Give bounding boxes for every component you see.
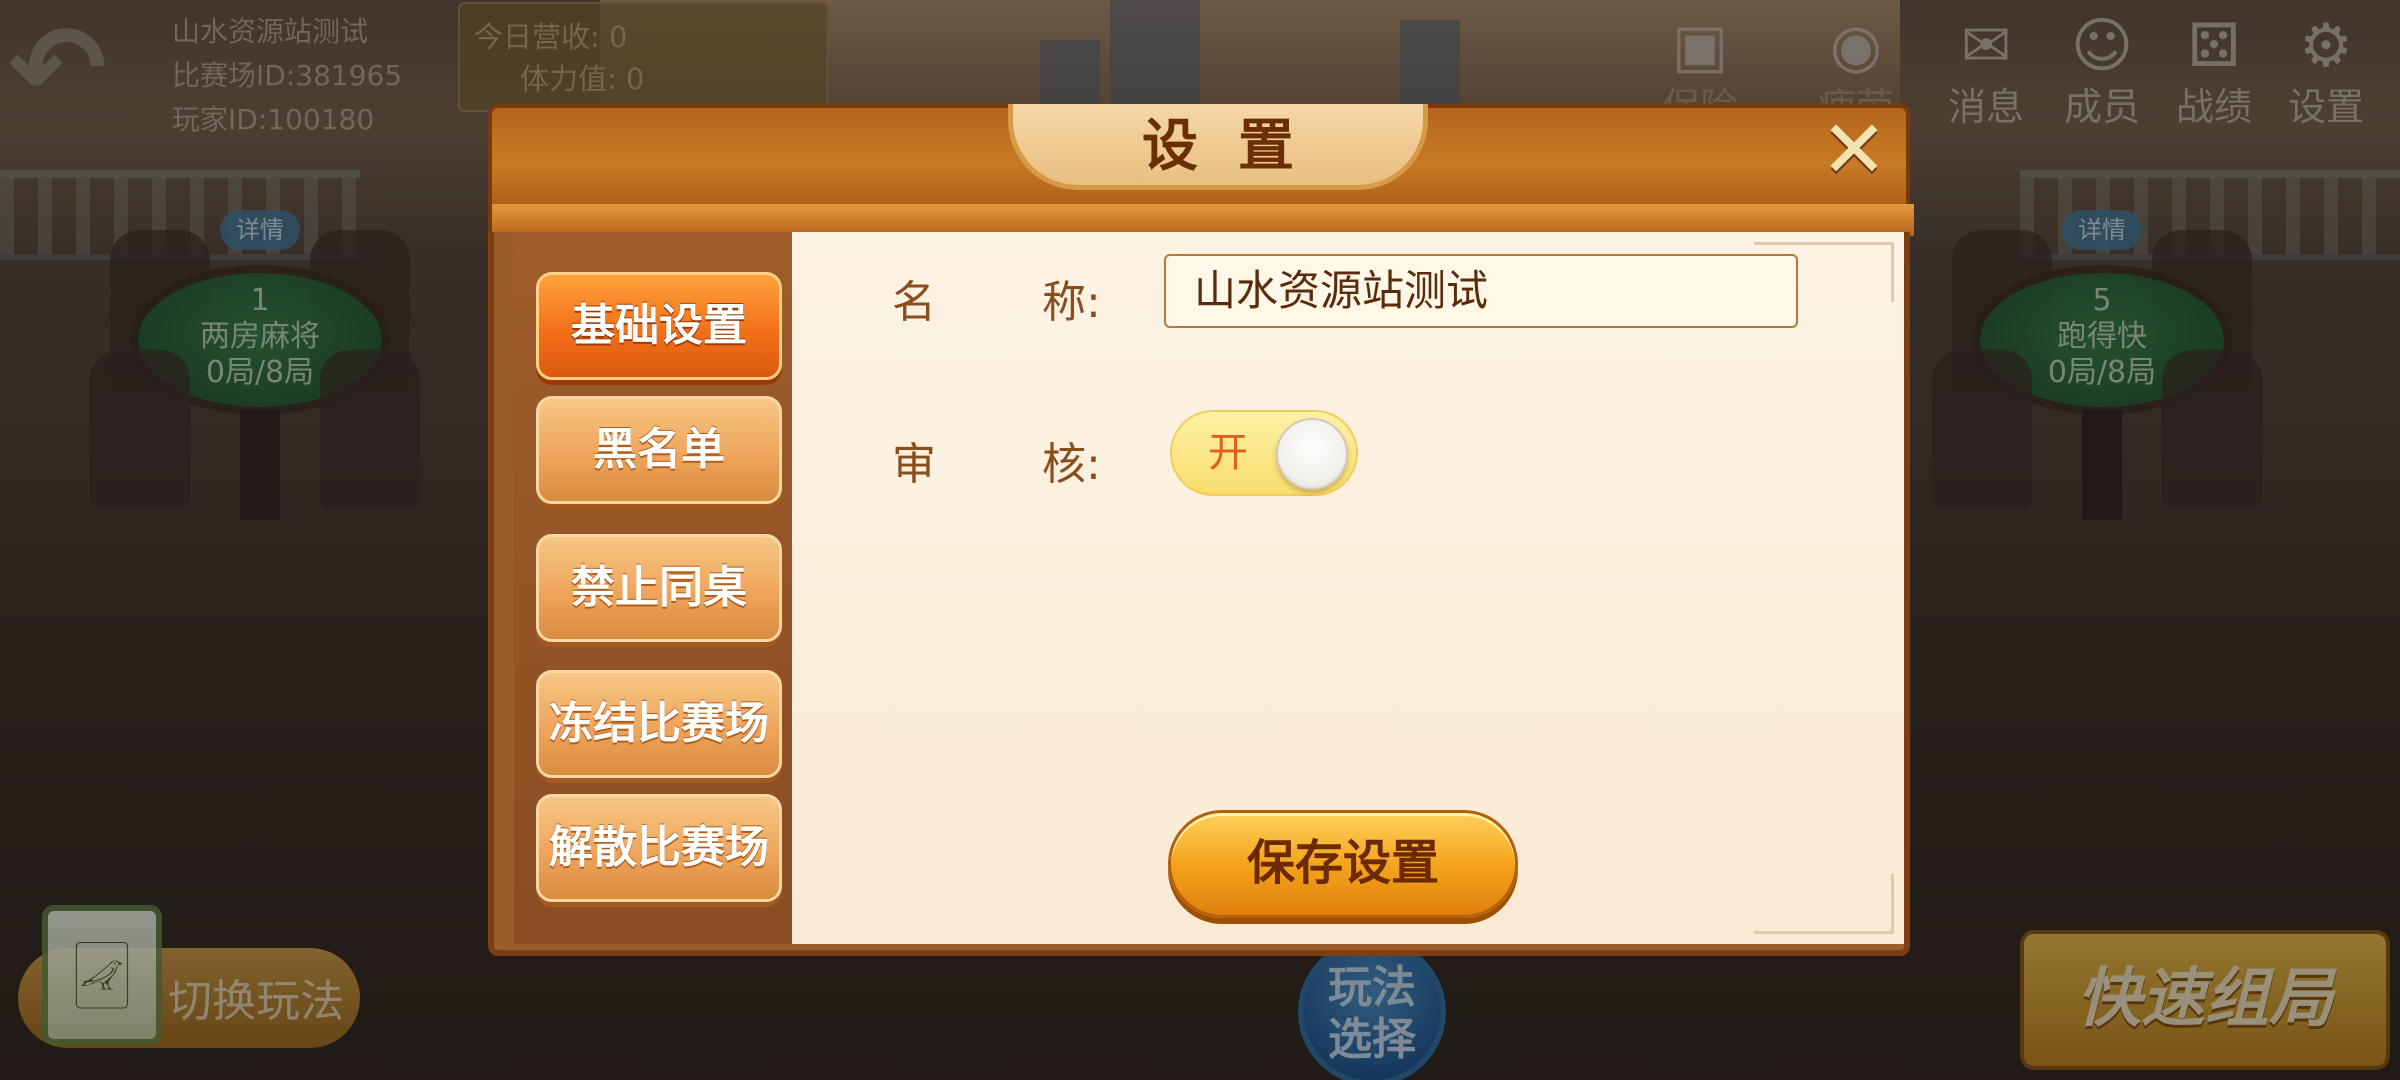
name-label-char: 名 [892,277,936,328]
corner-ornament [1754,874,1894,934]
tab-blacklist[interactable]: 黑名单 [536,396,782,504]
dialog-title: 设置 [1142,114,1334,179]
settings-dialog: 设置 ✕ 基础设置 黑名单 禁止同桌 冻结比赛场 解散比赛场 名 称: 山水资源站… [488,104,1914,956]
toggle-knob [1276,418,1348,490]
review-label-char: 核: [1042,439,1101,490]
tab-no-same-table[interactable]: 禁止同桌 [536,534,782,642]
close-icon[interactable]: ✕ [1818,110,1890,190]
title-plate: 设置 [1008,104,1428,190]
name-label: 名 称: [892,266,1101,330]
review-label: 审 核: [892,428,1101,492]
name-label-char: 称: [1042,277,1101,328]
toggle-state-label: 开 [1208,430,1248,476]
dialog-body: 基础设置 黑名单 禁止同桌 冻结比赛场 解散比赛场 名 称: 山水资源站测试 审 核… [488,232,1910,956]
name-input[interactable]: 山水资源站测试 [1164,254,1798,328]
review-label-char: 审 [892,439,936,490]
save-settings-button[interactable]: 保存设置 [1168,810,1518,918]
settings-sidebar: 基础设置 黑名单 禁止同桌 冻结比赛场 解散比赛场 [514,232,792,944]
settings-content: 名 称: 山水资源站测试 审 核: 开 保存设置 [792,232,1904,944]
tab-basic-settings[interactable]: 基础设置 [536,272,782,380]
tab-freeze-arena[interactable]: 冻结比赛场 [536,670,782,778]
review-toggle[interactable]: 开 [1170,410,1358,496]
tab-dissolve-arena[interactable]: 解散比赛场 [536,794,782,902]
